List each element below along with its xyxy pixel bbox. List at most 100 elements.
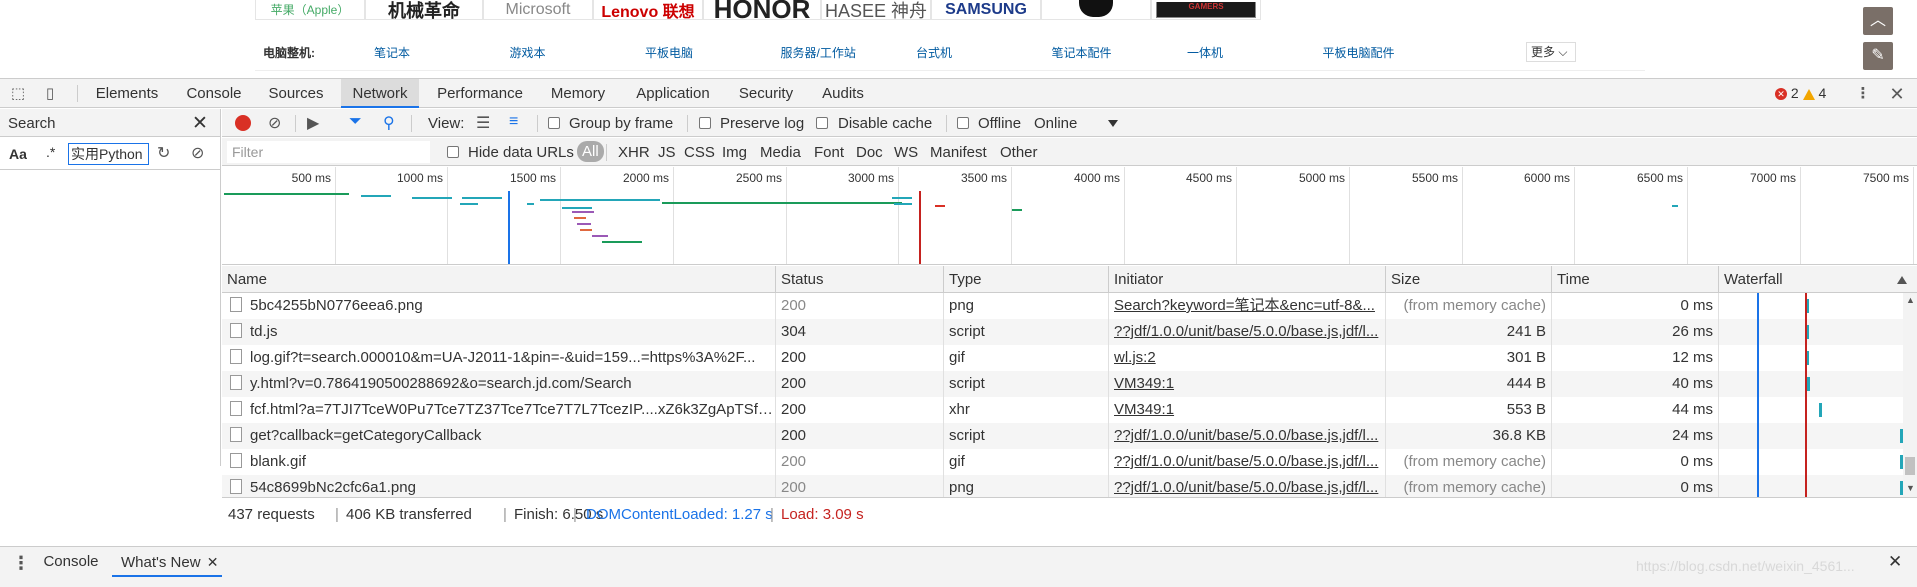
- network-overview[interactable]: 500 ms 1000 ms 1500 ms 2000 ms 2500 ms 3000 m…: [222, 167, 1917, 265]
- brand-label: HONOR: [713, 0, 811, 20]
- filter-type-other[interactable]: Other: [1000, 144, 1038, 161]
- search-input[interactable]: 实用Python: [68, 143, 149, 165]
- filter-icon[interactable]: ⏷: [349, 113, 362, 131]
- category-link[interactable]: 游戏本: [510, 44, 646, 61]
- table-row[interactable]: fcf.html?a=7TJI7TceW0Pu7Tce7TZ37Tce7Tce7…: [222, 397, 1917, 423]
- regex-button[interactable]: .*: [46, 144, 55, 160]
- close-icon[interactable]: ✕: [192, 112, 208, 135]
- filter-type-img[interactable]: Img: [722, 144, 747, 161]
- cell-initiator[interactable]: ??jdf/1.0.0/unit/base/5.0.0/base.js,jdf/…: [1109, 423, 1386, 449]
- table-row[interactable]: y.html?v=0.7864190500288692&o=search.jd.…: [222, 371, 1917, 397]
- close-icon[interactable]: ✕: [1887, 84, 1907, 104]
- tab-sources[interactable]: Sources: [262, 79, 330, 108]
- table-row[interactable]: blank.gif 200 gif ??jdf/1.0.0/unit/base/5.0…: [222, 449, 1917, 475]
- drawer-tab-console[interactable]: Console: [35, 547, 107, 577]
- search-icon[interactable]: ⚲: [383, 113, 395, 133]
- table-row[interactable]: 5bc4255bN0776eea6.png 200 png Search?keywor…: [222, 293, 1917, 319]
- tab-network[interactable]: Network: [341, 79, 419, 108]
- brand-logo-apple-icon[interactable]: [1041, 0, 1151, 20]
- column-header-status[interactable]: Status: [776, 266, 944, 293]
- column-header-waterfall[interactable]: Waterfall: [1719, 266, 1917, 293]
- brand-logo-rog[interactable]: GAMERS: [1151, 0, 1261, 20]
- brand-logo-hasee[interactable]: HASEE 神舟: [821, 0, 931, 20]
- cell-initiator[interactable]: wl.js:2: [1109, 345, 1386, 371]
- table-scrollbar[interactable]: ▲ ▼: [1903, 293, 1917, 497]
- brand-logo-apple[interactable]: 苹果（Apple）: [255, 0, 365, 20]
- filter-type-css[interactable]: CSS: [684, 144, 715, 161]
- offline-checkbox[interactable]: [957, 117, 969, 129]
- filter-type-all[interactable]: All: [577, 141, 604, 162]
- column-header-initiator[interactable]: Initiator: [1109, 266, 1386, 293]
- category-link[interactable]: 一体机: [1187, 44, 1323, 61]
- brand-logo-honor[interactable]: HONOR: [703, 0, 821, 20]
- cell-initiator[interactable]: ??jdf/1.0.0/unit/base/5.0.0/base.js,jdf/…: [1109, 319, 1386, 345]
- refresh-icon[interactable]: ↻: [157, 143, 170, 163]
- brand-logo-mechrevo[interactable]: 机械革命: [365, 0, 483, 20]
- brand-logo-microsoft[interactable]: Microsoft: [483, 0, 593, 20]
- table-row[interactable]: get?callback=getCategoryCallback 200 scrip…: [222, 423, 1917, 449]
- overview-icon[interactable]: ≡: [509, 113, 518, 131]
- drawer-menu-icon[interactable]: ⋮: [12, 553, 30, 574]
- scroll-down-icon[interactable]: ▼: [1906, 483, 1915, 493]
- filter-input[interactable]: Filter: [227, 141, 430, 163]
- tab-audits[interactable]: Audits: [812, 79, 874, 108]
- table-row[interactable]: td.js 304 script ??jdf/1.0.0/unit/base/5.0.…: [222, 319, 1917, 345]
- tab-performance[interactable]: Performance: [430, 79, 530, 108]
- throttling-select[interactable]: Online: [1034, 115, 1077, 132]
- cell-initiator[interactable]: ??jdf/1.0.0/unit/base/5.0.0/base.js,jdf/…: [1109, 449, 1386, 475]
- tab-console[interactable]: Console: [177, 79, 251, 108]
- filter-type-doc[interactable]: Doc: [856, 144, 883, 161]
- tab-elements[interactable]: Elements: [88, 79, 166, 108]
- category-link[interactable]: 笔记本配件: [1052, 44, 1188, 61]
- column-header-name[interactable]: Name: [222, 266, 776, 293]
- category-link[interactable]: 平板电脑配件: [1323, 44, 1459, 61]
- tab-application[interactable]: Application: [626, 79, 720, 108]
- group-by-frame-checkbox[interactable]: [548, 117, 560, 129]
- more-options-icon[interactable]: ⋮: [1853, 84, 1873, 102]
- screenshot-camera-icon[interactable]: ▶: [307, 113, 319, 133]
- column-header-time[interactable]: Time: [1552, 266, 1719, 293]
- brand-logo-lenovo[interactable]: Lenovo 联想: [593, 0, 703, 20]
- edit-button[interactable]: ✎: [1863, 42, 1893, 70]
- disable-cache-checkbox[interactable]: [816, 117, 828, 129]
- device-toolbar-icon[interactable]: ▯: [40, 84, 60, 102]
- hide-data-urls-checkbox[interactable]: [447, 146, 459, 158]
- cell-initiator[interactable]: VM349:1: [1109, 397, 1386, 423]
- brand-logo-samsung[interactable]: SAMSUNG: [931, 0, 1041, 20]
- scroll-up-icon[interactable]: ▲: [1906, 295, 1915, 305]
- chevron-down-icon[interactable]: [1108, 120, 1118, 127]
- column-header-size[interactable]: Size: [1386, 266, 1552, 293]
- record-icon[interactable]: [235, 115, 251, 131]
- preserve-log-checkbox[interactable]: [699, 117, 711, 129]
- category-link[interactable]: 平板电脑: [645, 44, 781, 61]
- filter-type-js[interactable]: JS: [658, 144, 676, 161]
- tab-memory[interactable]: Memory: [541, 79, 615, 108]
- filter-type-media[interactable]: Media: [760, 144, 801, 161]
- filter-type-ws[interactable]: WS: [894, 144, 918, 161]
- scroll-up-button[interactable]: ︿: [1863, 7, 1893, 35]
- filter-type-font[interactable]: Font: [814, 144, 844, 161]
- cell-initiator[interactable]: VM349:1: [1109, 371, 1386, 397]
- filter-type-manifest[interactable]: Manifest: [930, 144, 987, 161]
- category-link[interactable]: 服务器/工作站: [781, 44, 917, 61]
- more-button[interactable]: 更多 ⌵: [1526, 42, 1576, 62]
- large-rows-icon[interactable]: ☰: [476, 113, 490, 133]
- close-tab-icon[interactable]: ✕: [207, 554, 219, 570]
- close-drawer-icon[interactable]: ✕: [1888, 552, 1902, 572]
- category-label: 电脑整机:: [263, 46, 315, 60]
- filter-type-xhr[interactable]: XHR: [618, 144, 650, 161]
- match-case-button[interactable]: Aa: [9, 146, 27, 162]
- issues-counter[interactable]: ✕ 2 4: [1775, 85, 1826, 101]
- category-link[interactable]: 笔记本: [374, 44, 510, 61]
- scrollbar-thumb[interactable]: [1905, 457, 1915, 475]
- inspect-element-icon[interactable]: ⬚: [8, 84, 28, 102]
- tab-security[interactable]: Security: [731, 79, 801, 108]
- cell-initiator[interactable]: Search?keyword=笔记本&enc=utf-8&...: [1109, 293, 1386, 319]
- category-link[interactable]: 台式机: [916, 44, 1052, 61]
- table-row[interactable]: log.gif?t=search.000010&m=UA-J2011-1&pin…: [222, 345, 1917, 371]
- drawer-tab-whats-new[interactable]: What's New ✕: [112, 547, 222, 577]
- column-header-type[interactable]: Type: [944, 266, 1109, 293]
- clear-icon[interactable]: ⊘: [191, 143, 204, 163]
- cell-name: y.html?v=0.7864190500288692&o=search.jd.…: [222, 371, 776, 397]
- clear-icon[interactable]: ⊘: [268, 113, 281, 133]
